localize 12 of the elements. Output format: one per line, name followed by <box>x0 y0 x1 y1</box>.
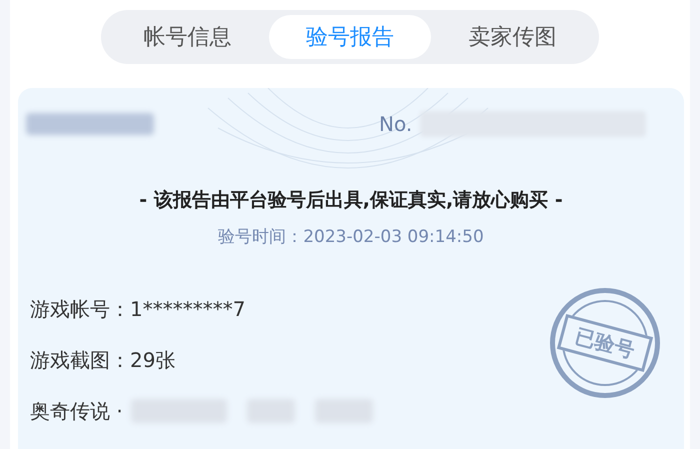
field-label: 奥奇传说 · <box>30 398 123 425</box>
report-notice: - 该报告由平台验号后出具,保证真实,请放心购买 - <box>138 188 564 213</box>
tab[interactable]: 帐号信息 <box>106 15 269 59</box>
field-label: 游戏截图： <box>30 347 130 374</box>
field-value: 29张 <box>130 347 176 374</box>
verify-time: 验号时间：2023-02-03 09:14:50 <box>217 226 485 248</box>
field-value: 1*********7 <box>130 296 246 323</box>
tab[interactable]: 卖家传图 <box>431 15 594 59</box>
tab[interactable]: 验号报告 <box>268 15 432 59</box>
report-number: No. <box>379 111 412 138</box>
field-label: 游戏帐号： <box>30 296 130 323</box>
stamp-label: 已验号 <box>556 314 654 372</box>
